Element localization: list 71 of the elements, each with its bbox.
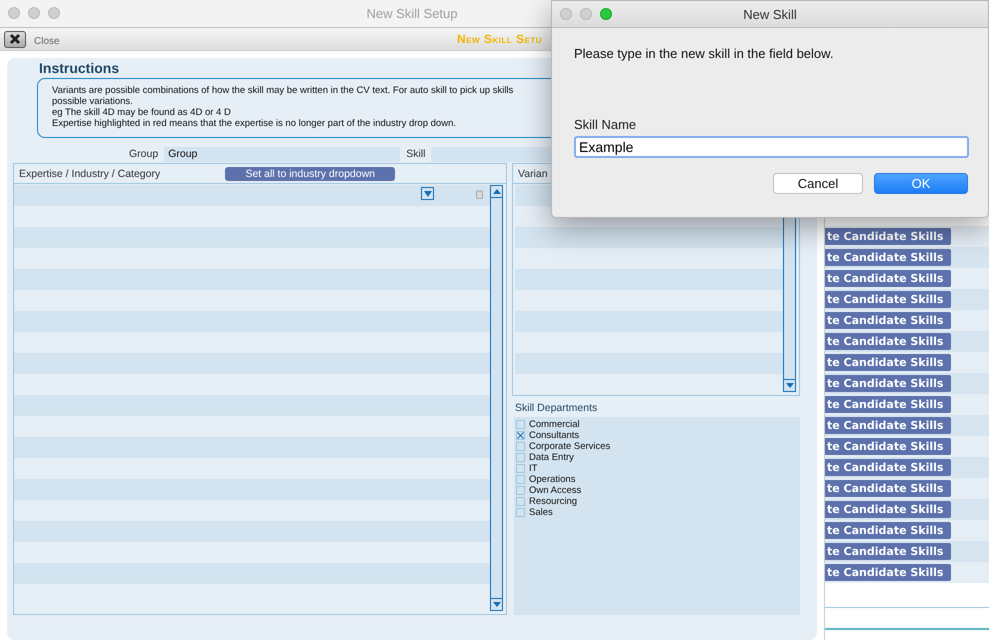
close-label: Close [34,36,60,46]
window-close-button[interactable] [560,8,572,20]
skill-label: Skill [406,148,426,160]
instruction-text: Variants are possible combinations of how the skill may be written in the CV text. For auto skill to pick up skills [52,85,514,96]
department-label: Sales [529,507,553,518]
instruction-text: possible variations. [52,96,133,107]
candidate-skills-button[interactable]: te Candidate Skills [825,312,951,329]
window-zoom-button[interactable] [48,7,60,19]
window-minimize-button[interactable] [28,7,40,19]
department-label: Resourcing [529,496,578,507]
candidate-skills-button[interactable]: te Candidate Skills [825,417,951,434]
window-title: New Skill Setup [366,6,458,21]
candidate-skills-button[interactable]: te Candidate Skills [825,354,951,371]
instructions-heading: Instructions [39,60,120,76]
set-all-button[interactable]: Set all to industry dropdown [225,166,396,180]
department-label: Operations [529,474,576,485]
candidate-skills-button[interactable]: te Candidate Skills [825,228,951,245]
column-header: Varian [518,168,548,180]
window-minimize-button[interactable] [580,8,592,20]
checkbox[interactable] [516,442,525,451]
banner-title: New Skill Setu [456,32,542,46]
candidate-skills-button[interactable]: te Candidate Skills [825,480,951,497]
group-field[interactable]: Group [164,146,400,162]
department-label: Commercial [529,419,580,430]
scroll-up-icon[interactable] [492,189,500,194]
checkbox[interactable] [516,464,525,473]
candidate-skills-button[interactable]: te Candidate Skills [825,291,951,308]
department-label: Data Entry [529,452,574,463]
window-zoom-button[interactable] [600,8,612,20]
candidate-skills-button[interactable]: te Candidate Skills [825,501,951,518]
ok-button[interactable]: OK [874,173,968,194]
close-icon [9,33,21,45]
checkbox[interactable] [516,508,525,517]
dialog-title: New Skill [743,6,797,22]
skill-name-field[interactable]: Example [574,136,969,158]
scroll-down-icon[interactable] [786,383,794,388]
department-label: Own Access [529,485,582,496]
checkbox[interactable] [516,431,525,440]
dropdown-button[interactable] [421,187,434,200]
instruction-text: Expertise highlighted in red means that the expertise is no longer part of the industry drop down. [52,118,456,129]
dialog-message: Please type in the new skill in the field below. [574,46,834,61]
field-label: Skill Name [574,117,638,132]
department-label: IT [529,463,538,474]
caret-down-icon [424,190,432,196]
checkbox[interactable] [516,475,525,484]
candidate-skills-button[interactable]: te Candidate Skills [825,396,951,413]
checkbox[interactable] [516,420,525,429]
window-close-button[interactable] [8,7,20,19]
department-label: Corporate Services [529,441,610,452]
cancel-button[interactable]: Cancel [773,173,863,194]
candidate-skills-button[interactable]: te Candidate Skills [825,459,951,476]
checkbox[interactable] [516,497,525,506]
scroll-down-icon[interactable] [492,602,500,607]
checkbox[interactable] [516,453,525,462]
candidate-skills-button[interactable]: te Candidate Skills [825,249,951,266]
column-header: Expertise / Industry / Category [19,168,160,180]
instruction-text: eg The skill 4D may be found as 4D or 4 D [52,107,231,118]
close-button[interactable] [4,30,26,48]
candidate-skills-button[interactable]: te Candidate Skills [825,543,951,560]
checkbox[interactable] [516,486,525,495]
group-label: Group [129,148,158,160]
candidate-skills-button[interactable]: te Candidate Skills [825,375,951,392]
candidate-skills-button[interactable]: te Candidate Skills [825,438,951,455]
skill-departments-heading: Skill Departments [515,402,598,414]
candidate-skills-button[interactable]: te Candidate Skills [825,270,951,287]
candidate-skills-button[interactable]: te Candidate Skills [825,522,951,539]
trash-icon[interactable] [476,190,483,199]
candidate-skills-button[interactable]: te Candidate Skills [825,564,951,581]
candidate-skills-button[interactable]: te Candidate Skills [825,333,951,350]
department-label: Consultants [529,430,580,441]
scrollbar[interactable] [490,185,503,611]
